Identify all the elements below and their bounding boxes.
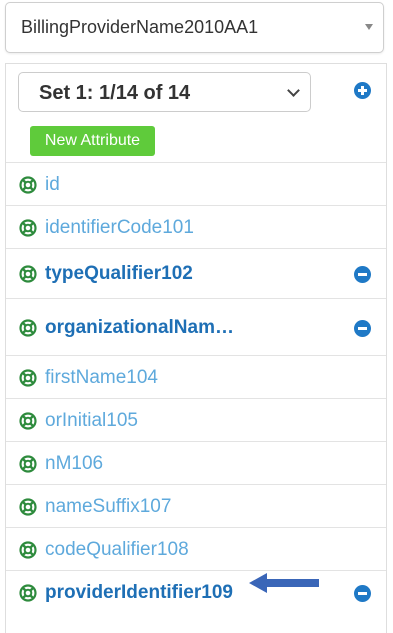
segment-select[interactable]: BillingProviderName2010AA1 bbox=[5, 2, 384, 53]
attribute-row[interactable]: identifierCode101 bbox=[6, 205, 386, 248]
attribute-label[interactable]: nameSuffix107 bbox=[45, 496, 171, 518]
segment-select-value: BillingProviderName2010AA1 bbox=[21, 17, 259, 37]
lifebuoy-icon bbox=[19, 498, 37, 516]
attribute-label[interactable]: firstName104 bbox=[45, 367, 158, 389]
attribute-label[interactable]: orInitial105 bbox=[45, 410, 138, 432]
remove-attribute-button[interactable] bbox=[354, 266, 371, 283]
attribute-row[interactable]: orInitial105 bbox=[6, 398, 386, 441]
attribute-row[interactable]: nameSuffix107 bbox=[6, 484, 386, 527]
lifebuoy-icon bbox=[19, 369, 37, 387]
remove-attribute-button[interactable] bbox=[354, 585, 371, 602]
set-select-value: Set 1: 1/14 of 14 bbox=[39, 82, 191, 104]
caret-down-icon bbox=[365, 24, 373, 30]
attribute-label[interactable]: identifierCode101 bbox=[45, 217, 194, 239]
new-attribute-button[interactable]: New Attribute bbox=[30, 126, 155, 156]
lifebuoy-icon bbox=[19, 265, 37, 283]
lifebuoy-icon bbox=[19, 412, 37, 430]
attribute-row[interactable]: providerIdentifier109 bbox=[6, 570, 386, 614]
attribute-panel: Set 1: 1/14 of 14 New Attribute id identi… bbox=[5, 63, 387, 633]
attribute-label[interactable]: nM106 bbox=[45, 453, 103, 475]
lifebuoy-icon bbox=[19, 455, 37, 473]
attribute-label[interactable]: organizationalNam… bbox=[45, 317, 234, 339]
attribute-row[interactable]: codeQualifier108 bbox=[6, 527, 386, 570]
attribute-row[interactable]: firstName104 bbox=[6, 355, 386, 398]
attribute-row[interactable]: nM106 bbox=[6, 441, 386, 484]
lifebuoy-icon bbox=[19, 219, 37, 237]
attribute-row[interactable]: organizationalNam… bbox=[6, 298, 386, 355]
lifebuoy-icon bbox=[19, 584, 37, 602]
attribute-label[interactable]: providerIdentifier109 bbox=[45, 582, 233, 604]
left-arrow-icon bbox=[249, 573, 319, 593]
lifebuoy-icon bbox=[19, 541, 37, 559]
set-select[interactable]: Set 1: 1/14 of 14 bbox=[18, 72, 311, 112]
attribute-row[interactable]: id bbox=[6, 162, 386, 205]
attribute-label[interactable]: typeQualifier102 bbox=[45, 263, 193, 285]
chevron-down-icon bbox=[287, 84, 300, 97]
lifebuoy-icon bbox=[19, 319, 37, 337]
add-set-button[interactable] bbox=[354, 82, 371, 99]
attribute-label[interactable]: codeQualifier108 bbox=[45, 539, 189, 561]
lifebuoy-icon bbox=[19, 176, 37, 194]
attribute-row[interactable]: typeQualifier102 bbox=[6, 248, 386, 298]
attribute-label[interactable]: id bbox=[45, 174, 60, 196]
remove-attribute-button[interactable] bbox=[354, 320, 371, 337]
